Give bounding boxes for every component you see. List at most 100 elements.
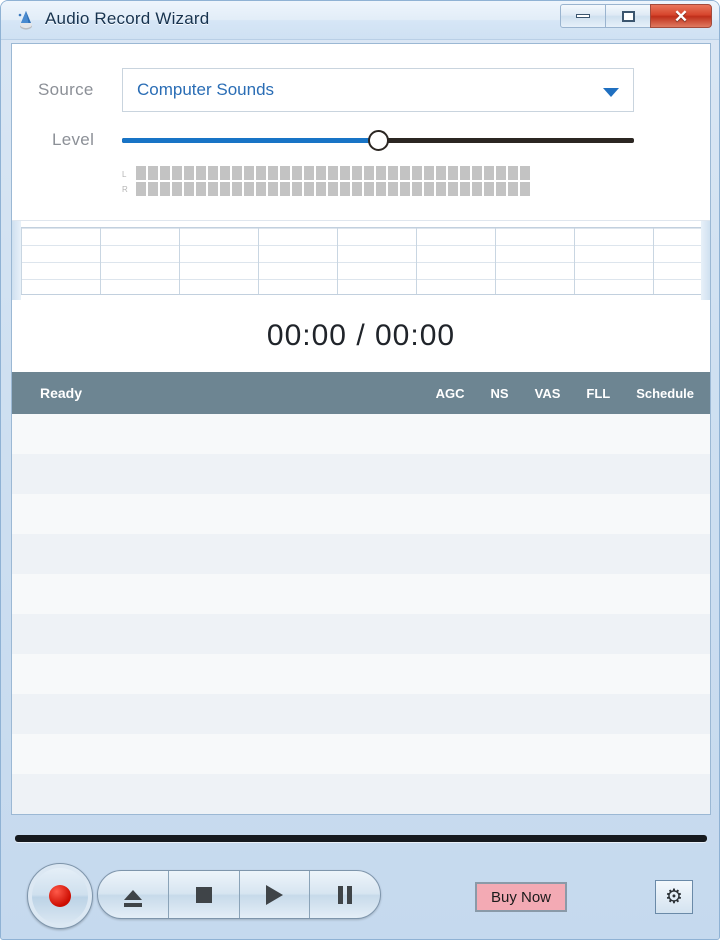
level-row: Level	[12, 124, 710, 158]
vu-segment	[196, 166, 206, 180]
vu-segment	[508, 166, 518, 180]
vu-segment	[148, 166, 158, 180]
level-track-fill	[122, 138, 378, 143]
vu-segment	[268, 166, 278, 180]
vu-segment	[160, 182, 170, 196]
status-toggle-vas[interactable]: VAS	[535, 386, 561, 401]
play-button[interactable]	[240, 871, 311, 918]
pause-button[interactable]	[310, 871, 380, 918]
vu-segment	[292, 182, 302, 196]
settings-button[interactable]: ⚙	[655, 880, 693, 914]
vu-segment	[448, 166, 458, 180]
vu-segment	[352, 166, 362, 180]
vu-segment	[472, 182, 482, 196]
status-bar: Ready AGC NS VAS FLL Schedule	[12, 372, 710, 414]
vu-segment	[484, 166, 494, 180]
main-panel: Source Computer Sounds Level L R 00:00 /…	[11, 43, 711, 815]
vu-segment	[172, 182, 182, 196]
list-item[interactable]	[12, 774, 710, 814]
vu-segment	[460, 166, 470, 180]
list-item[interactable]	[12, 654, 710, 694]
source-select[interactable]: Computer Sounds	[122, 68, 634, 112]
pause-icon	[337, 885, 353, 904]
gear-icon: ⚙	[665, 886, 683, 908]
list-item[interactable]	[12, 574, 710, 614]
vu-segment	[388, 166, 398, 180]
title-bar: Audio Record Wizard ✕	[1, 1, 719, 40]
level-label: Level	[52, 130, 95, 149]
vu-segment	[484, 182, 494, 196]
vu-segment	[184, 166, 194, 180]
vu-segment	[196, 182, 206, 196]
stop-button[interactable]	[169, 871, 240, 918]
stop-icon	[195, 886, 212, 903]
eject-icon	[123, 889, 142, 907]
vu-segment	[376, 166, 386, 180]
status-toggle-fll[interactable]: FLL	[586, 386, 610, 401]
vu-segment	[448, 182, 458, 196]
vu-segment	[136, 182, 146, 196]
vu-segment	[436, 166, 446, 180]
vu-segment	[400, 182, 410, 196]
list-item[interactable]	[12, 454, 710, 494]
close-button[interactable]: ✕	[650, 4, 712, 28]
vu-segment	[208, 182, 218, 196]
vu-segment	[220, 166, 230, 180]
list-item[interactable]	[12, 694, 710, 734]
vu-segment	[172, 166, 182, 180]
app-window: Audio Record Wizard ✕ Source Computer So…	[0, 0, 720, 940]
vu-segment	[472, 166, 482, 180]
vu-segment	[304, 182, 314, 196]
level-slider[interactable]	[122, 124, 634, 158]
level-slider-handle[interactable]	[368, 130, 389, 151]
vu-segment	[520, 182, 530, 196]
maximize-icon	[621, 10, 635, 22]
vu-segment	[256, 166, 266, 180]
vu-segment	[256, 182, 266, 196]
play-icon	[265, 884, 283, 905]
vu-segment	[412, 166, 422, 180]
time-display-value: 00:00 / 00:00	[266, 319, 456, 352]
vu-segment	[208, 166, 218, 180]
list-item[interactable]	[12, 614, 710, 654]
vu-segment	[352, 182, 362, 196]
status-toggle-ns[interactable]: NS	[491, 386, 509, 401]
seek-bar[interactable]	[15, 835, 707, 842]
vu-segment	[328, 182, 338, 196]
minimize-button[interactable]	[560, 4, 606, 28]
waveform-display[interactable]	[12, 220, 710, 302]
minimize-icon	[576, 14, 590, 18]
wizard-icon	[18, 11, 32, 30]
status-toggle-agc[interactable]: AGC	[436, 386, 465, 401]
vu-segment	[340, 166, 350, 180]
controls-section: Source Computer Sounds Level L R	[12, 44, 710, 220]
close-icon: ✕	[673, 6, 689, 26]
list-item[interactable]	[12, 534, 710, 574]
vu-segment	[460, 182, 470, 196]
time-display: 00:00 / 00:00	[12, 300, 710, 372]
list-item[interactable]	[12, 494, 710, 534]
footer-controls: Buy Now ⚙	[1, 821, 719, 941]
chevron-down-icon	[603, 88, 619, 97]
eject-button[interactable]	[98, 871, 169, 918]
vu-segment	[508, 182, 518, 196]
list-item[interactable]	[12, 414, 710, 454]
recording-list[interactable]	[12, 414, 710, 814]
list-item[interactable]	[12, 734, 710, 774]
vu-segment	[520, 166, 530, 180]
vu-segment	[160, 166, 170, 180]
waveform-left-edge	[12, 221, 21, 301]
status-toggle-schedule[interactable]: Schedule	[636, 386, 694, 401]
vu-segment	[364, 166, 374, 180]
vu-segment	[292, 166, 302, 180]
record-button[interactable]	[27, 863, 93, 929]
vu-segment	[328, 166, 338, 180]
vu-segment	[280, 182, 290, 196]
vu-segment	[220, 182, 230, 196]
maximize-button[interactable]	[605, 4, 651, 28]
vu-segment	[388, 182, 398, 196]
vu-segment	[496, 166, 506, 180]
waveform-right-edge	[701, 221, 710, 301]
buy-now-button[interactable]: Buy Now	[475, 882, 567, 912]
waveform-grid	[21, 227, 701, 295]
